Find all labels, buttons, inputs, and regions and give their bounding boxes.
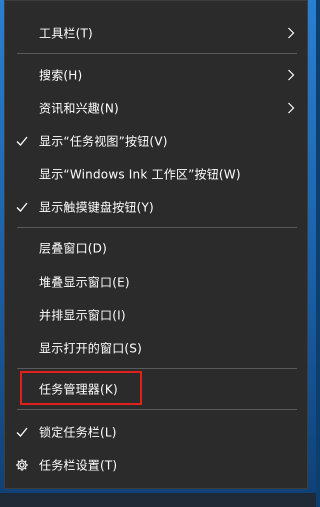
menu-item-show-touch-keyboard-button[interactable]: 显示触摸键盘按钮(Y)	[5, 190, 307, 224]
menu-item-label: 显示打开的窗口(S)	[39, 341, 142, 356]
menu-item-show-open-windows[interactable]: 显示打开的窗口(S)	[5, 331, 307, 365]
menu-item-show-task-view-button[interactable]: 显示“任务视图”按钮(V)	[5, 124, 307, 158]
menu-item-lock-taskbar[interactable]: 锁定任务栏(L)	[5, 415, 307, 449]
menu-item-stack-windows[interactable]: 堆叠显示窗口(E)	[5, 265, 307, 299]
menu-item-label: 工具栏(T)	[39, 26, 93, 41]
menu-item-news-and-interests[interactable]: 资讯和兴趣(N)	[5, 91, 307, 125]
menu-item-label: 任务栏设置(T)	[39, 458, 118, 473]
menu-item-label: 搜索(H)	[39, 68, 83, 83]
checkmark-icon	[16, 427, 28, 437]
chevron-right-icon	[288, 102, 295, 114]
menu-separator	[17, 368, 297, 369]
menu-item-cascade-windows[interactable]: 层叠窗口(D)	[5, 231, 307, 265]
menu-item-label: 层叠窗口(D)	[39, 241, 108, 256]
menu-item-search[interactable]: 搜索(H)	[5, 58, 307, 92]
menu-item-label: 资讯和兴趣(N)	[39, 101, 119, 116]
menu-item-label: 并排显示窗口(I)	[39, 308, 126, 323]
menu-item-label: 显示触摸键盘按钮(Y)	[39, 200, 154, 215]
menu-item-label: 显示“Windows Ink 工作区”按钮(W)	[39, 167, 241, 182]
checkmark-icon	[16, 202, 28, 212]
task-manager-highlight-box	[20, 371, 142, 405]
menu-item-label: 堆叠显示窗口(E)	[39, 275, 130, 290]
taskbar-context-menu: 工具栏(T) 搜索(H) 资讯和兴趣(N) 显示“任务视图”按钮(V) 显示“W…	[4, 0, 308, 489]
menu-item-side-by-side-windows[interactable]: 并排显示窗口(I)	[5, 298, 307, 332]
menu-item-toolbars[interactable]: 工具栏(T)	[5, 16, 307, 50]
menu-separator	[17, 409, 297, 410]
chevron-right-icon	[288, 69, 295, 81]
menu-item-label: 锁定任务栏(L)	[39, 425, 117, 440]
menu-separator	[17, 53, 297, 54]
menu-item-show-windows-ink-button[interactable]: 显示“Windows Ink 工作区”按钮(W)	[5, 157, 307, 191]
taskbar[interactable]	[0, 493, 316, 507]
chevron-right-icon	[288, 27, 295, 39]
menu-separator	[17, 227, 297, 228]
menu-item-label: 显示“任务视图”按钮(V)	[39, 134, 168, 149]
gear-icon	[16, 459, 28, 471]
menu-item-taskbar-settings[interactable]: 任务栏设置(T)	[5, 448, 307, 482]
checkmark-icon	[16, 136, 28, 146]
